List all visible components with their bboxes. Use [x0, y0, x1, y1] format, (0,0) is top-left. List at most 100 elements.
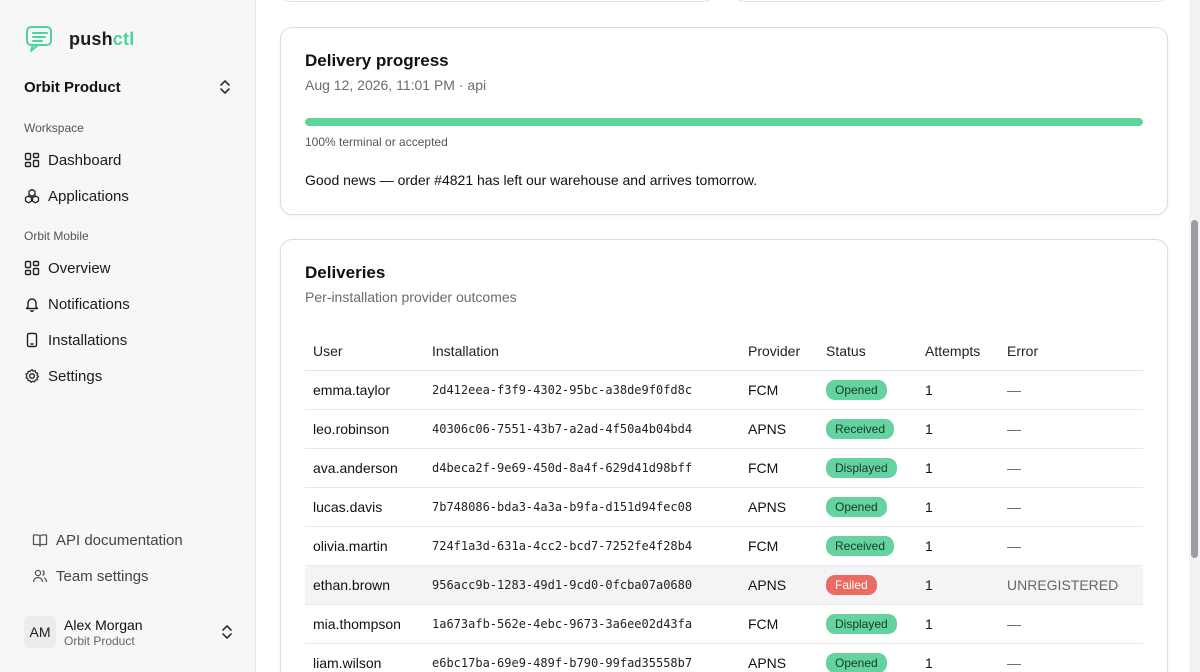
user-org: Orbit Product	[64, 633, 135, 648]
table-row[interactable]: liam.wilson e6bc17ba-69e9-489f-b790-99fad…	[305, 643, 1143, 672]
column-header: Provider	[740, 332, 818, 371]
delivery-progress-title: Delivery progress	[305, 51, 449, 70]
overview-icon	[24, 260, 40, 276]
deliveries-subtitle: Per-installation provider outcomes	[305, 289, 517, 305]
user-menu[interactable]: AM Alex Morgan Orbit Product	[24, 612, 234, 652]
team-icon	[32, 568, 48, 584]
attempts-cell: 1	[917, 526, 999, 566]
main-content: Delivery progress Aug 12, 2026, 11:01 PM…	[257, 0, 1187, 672]
app-section-label: Orbit Mobile	[24, 229, 89, 243]
sidebar-item-label: Applications	[48, 187, 129, 205]
sidebar-item-installations[interactable]: Installations	[24, 328, 234, 352]
attempts-cell: 1	[917, 448, 999, 488]
installation-cell: d4beca2f-9e69-450d-8a4f-629d41d98bff	[424, 448, 740, 488]
org-switcher[interactable]: Orbit Product	[24, 76, 232, 98]
avatar: AM	[24, 616, 56, 648]
team-settings-link[interactable]: Team settings	[32, 565, 149, 587]
table-row[interactable]: emma.taylor 2d412eea-f3f9-4302-95bc-a38de…	[305, 370, 1143, 410]
status-badge: Displayed	[826, 613, 897, 634]
table-row[interactable]: mia.thompson 1a673afb-562e-4ebc-9673-3a6e…	[305, 604, 1143, 644]
table-row[interactable]: leo.robinson 40306c06-7551-43b7-a2ad-4f50…	[305, 409, 1143, 449]
installation-cell: 2d412eea-f3f9-4302-95bc-a38de9f0fd8c	[424, 370, 740, 410]
org-switcher-name: Orbit Product	[24, 78, 121, 96]
status-cell: Received	[818, 409, 917, 449]
sidebar: pushctl Orbit Product Workspace Dashboar…	[0, 0, 256, 672]
sidebar-item-label: Notifications	[48, 295, 130, 313]
user-cell: liam.wilson	[305, 643, 424, 672]
table-row[interactable]: lucas.davis 7b748086-bda3-4a3a-b9fa-d151d…	[305, 487, 1143, 527]
deliveries-table: User Installation Provider Status Attempts Er…	[305, 332, 1143, 672]
summary-card-left	[280, 0, 714, 2]
status-badge: Received	[826, 535, 895, 556]
column-header: Attempts	[917, 332, 999, 371]
sidebar-item-label: Dashboard	[48, 151, 122, 169]
summary-card-right	[734, 0, 1168, 2]
status-cell: Opened	[818, 370, 917, 410]
error-cell: UNREGISTERED	[999, 565, 1143, 605]
deliveries-title: Deliveries	[305, 263, 386, 282]
error-cell: —	[999, 370, 1143, 410]
user-cell: emma.taylor	[305, 370, 424, 410]
status-badge: Failed	[826, 574, 877, 595]
user-cell: leo.robinson	[305, 409, 424, 449]
installation-cell: 40306c06-7551-43b7-a2ad-4f50a4b04bd4	[424, 409, 740, 449]
provider-cell: FCM	[740, 526, 818, 566]
table-row[interactable]: ava.anderson d4beca2f-9e69-450d-8a4f-629d…	[305, 448, 1143, 488]
installation-cell: 7b748086-bda3-4a3a-b9fa-d151d94fec08	[424, 487, 740, 527]
provider-cell: FCM	[740, 370, 818, 410]
error-cell: —	[999, 409, 1143, 449]
sidebar-item-label: Installations	[48, 331, 128, 349]
progress-caption: 100% terminal or accepted	[305, 135, 448, 149]
status-cell: Opened	[818, 487, 917, 527]
sidebar-item-dashboard[interactable]: Dashboard	[24, 148, 234, 172]
user-cell: mia.thompson	[305, 604, 424, 644]
status-cell: Displayed	[818, 604, 917, 644]
status-badge: Opened	[826, 652, 887, 672]
chevron-updown-icon	[220, 80, 230, 94]
installation-cell: 1a673afb-562e-4ebc-9673-3a6ee02d43fa	[424, 604, 740, 644]
sidebar-item-applications[interactable]: Applications	[24, 184, 234, 208]
gear-icon	[24, 368, 40, 384]
deliveries-card: Deliveries Per-installation provider out…	[280, 239, 1168, 672]
phone-icon	[24, 332, 40, 348]
notification-message: Good news — order #4821 has left our war…	[305, 172, 758, 188]
bell-icon	[24, 296, 40, 312]
pushctl-logo-icon	[26, 26, 52, 52]
sidebar-item-label: Settings	[48, 367, 103, 385]
column-header: User	[305, 332, 424, 371]
provider-cell: APNS	[740, 487, 818, 527]
column-header: Status	[818, 332, 917, 371]
installation-cell: 956acc9b-1283-49d1-9cd0-0fcba07a0680	[424, 565, 740, 605]
provider-cell: APNS	[740, 643, 818, 672]
error-cell: —	[999, 487, 1143, 527]
provider-cell: FCM	[740, 448, 818, 488]
brand-logo[interactable]: pushctl	[25, 25, 134, 53]
sidebar-item-overview[interactable]: Overview	[24, 256, 234, 280]
status-badge: Displayed	[826, 457, 897, 478]
delivery-progress-subtitle: Aug 12, 2026, 11:01 PM · api	[305, 77, 487, 93]
user-cell: lucas.davis	[305, 487, 424, 527]
workspace-section-label: Workspace	[24, 121, 84, 135]
book-icon	[32, 532, 48, 548]
user-cell: ava.anderson	[305, 448, 424, 488]
status-badge: Received	[826, 418, 895, 439]
page-scrollbar[interactable]	[1189, 0, 1200, 672]
status-badge: Opened	[826, 379, 887, 400]
sidebar-item-settings[interactable]: Settings	[24, 364, 234, 388]
installation-cell: 724f1a3d-631a-4cc2-bcd7-7252fe4f28b4	[424, 526, 740, 566]
footer-item-label: Team settings	[56, 567, 149, 585]
column-header: Error	[999, 332, 1143, 371]
table-row[interactable]: olivia.martin 724f1a3d-631a-4cc2-bcd7-725…	[305, 526, 1143, 566]
attempts-cell: 1	[917, 643, 999, 672]
status-cell: Opened	[818, 643, 917, 672]
scrollbar-thumb[interactable]	[1191, 220, 1198, 558]
dashboard-icon	[24, 152, 40, 168]
status-cell: Received	[818, 526, 917, 566]
table-row[interactable]: ethan.brown 956acc9b-1283-49d1-9cd0-0fcba…	[305, 565, 1143, 605]
api-documentation-link[interactable]: API documentation	[32, 529, 183, 551]
status-badge: Opened	[826, 496, 887, 517]
status-cell: Failed	[818, 565, 917, 605]
sidebar-item-notifications[interactable]: Notifications	[24, 292, 234, 316]
table-header-row: User Installation Provider Status Attempts Er…	[305, 332, 1143, 371]
attempts-cell: 1	[917, 604, 999, 644]
